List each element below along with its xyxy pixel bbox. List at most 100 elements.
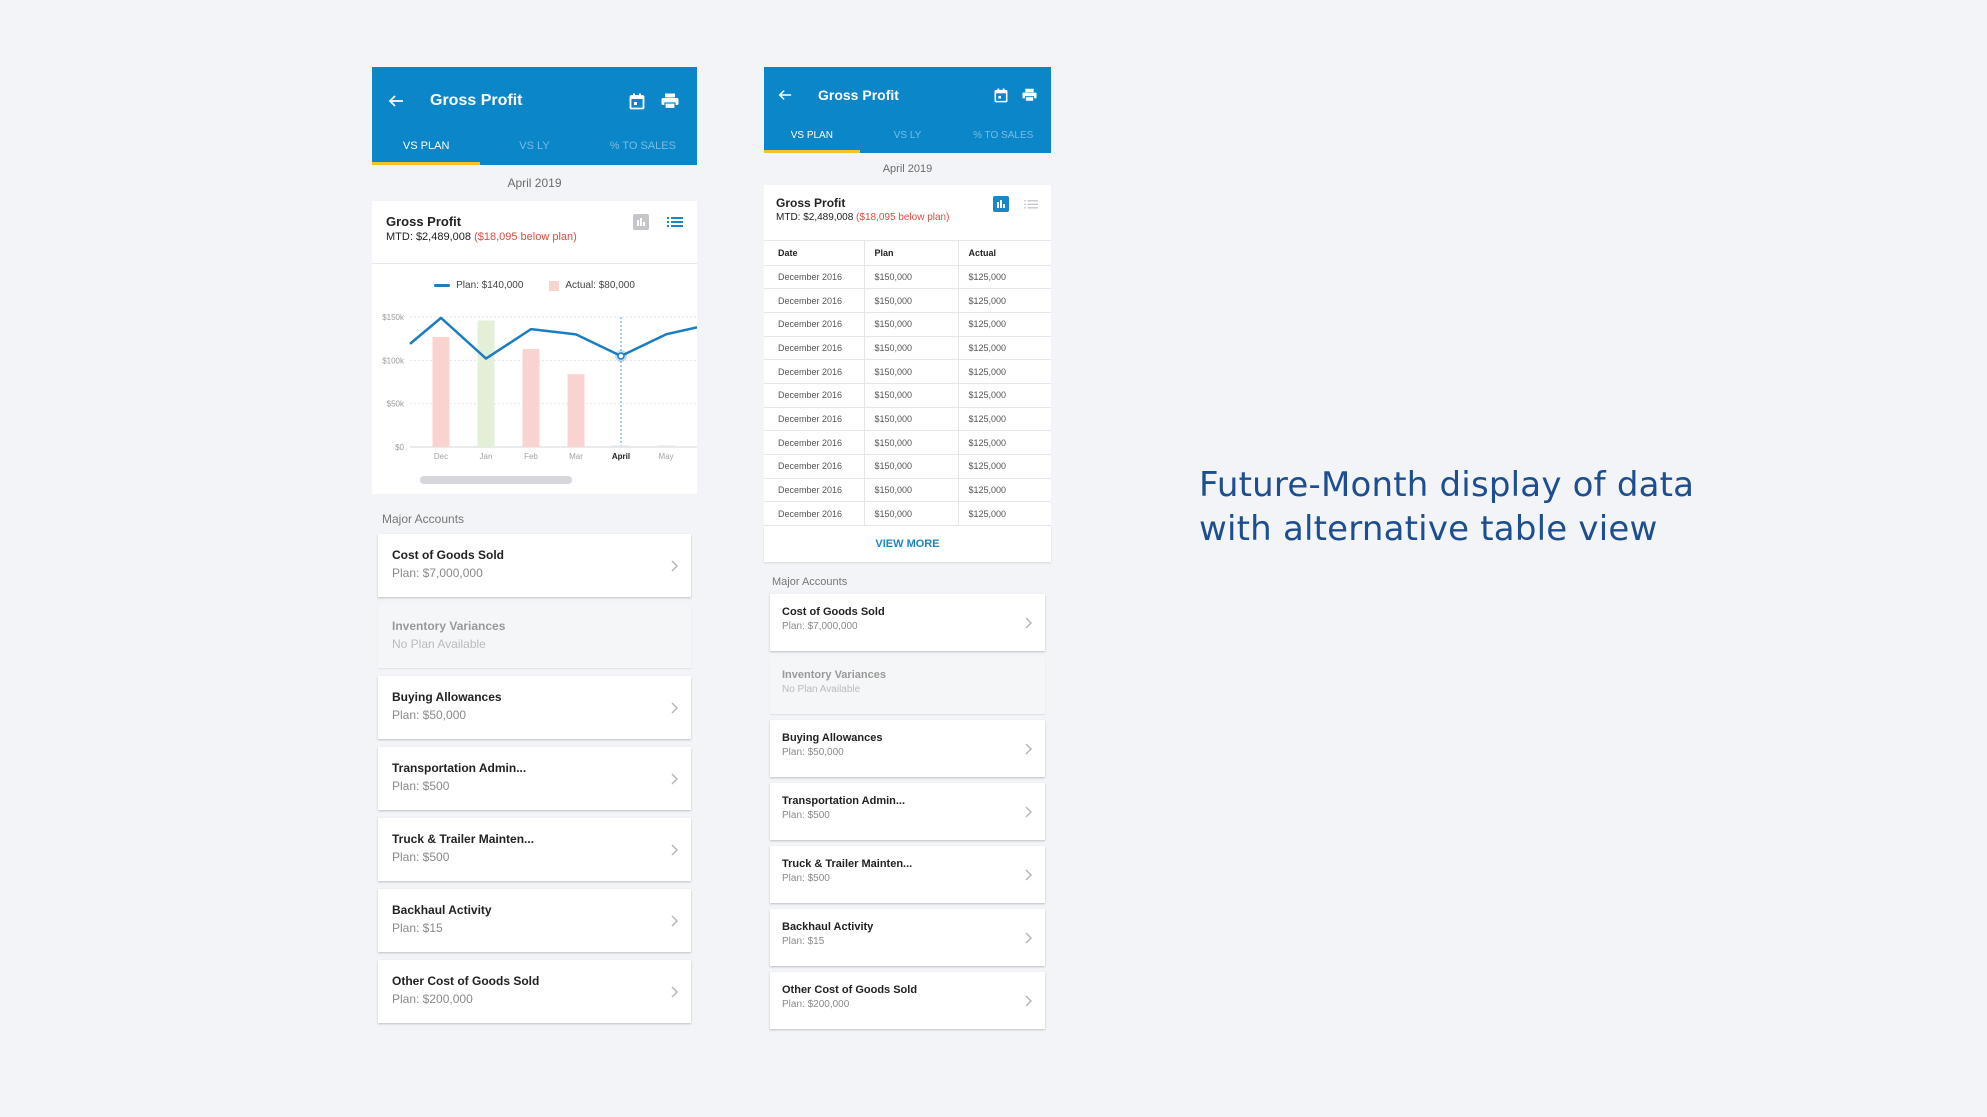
cell-date: December 2016 [764, 501, 865, 527]
cell-date: December 2016 [764, 336, 865, 361]
account-name: Truck & Trailer Mainten... [782, 858, 913, 871]
chevron-right-icon [671, 914, 679, 927]
tab-vs-ly[interactable]: VS LY [480, 135, 588, 165]
selected-plan-point [617, 352, 625, 360]
account-plan: Plan: $7,000,000 [392, 566, 483, 580]
account-name: Inventory Variances [392, 619, 506, 633]
account-card[interactable]: Transportation Admin... Plan: $500 [770, 783, 1045, 841]
cell-actual: $125,000 [958, 265, 1051, 290]
account-name: Buying Allowances [392, 690, 502, 704]
plan-swatch [434, 284, 451, 287]
caption-line-1: Future-Month display of data [1199, 465, 1695, 505]
account-card[interactable]: Transportation Admin... Plan: $500 [378, 747, 691, 810]
x-tick-label: May [658, 452, 673, 461]
account-card: Inventory Variances No Plan Available [770, 657, 1045, 715]
period-label: April 2019 [882, 163, 933, 175]
tab-percent-to-sales[interactable]: % TO SALES [589, 135, 697, 165]
tab-bar: VS PLAN VS LY % TO SALES [372, 135, 697, 165]
account-name: Inventory Variances [782, 669, 886, 682]
chart-view-button[interactable] [993, 196, 1009, 212]
actual-bar [522, 349, 540, 447]
tab-vs-plan[interactable]: VS PLAN [764, 127, 860, 153]
cell-plan: $150,000 [864, 359, 959, 384]
cell-plan: $150,000 [864, 407, 959, 432]
account-plan: Plan: $15 [782, 936, 825, 948]
table-row: December 2016 $150,000 $125,000 [764, 454, 1051, 479]
account-name: Cost of Goods Sold [392, 548, 504, 562]
calendar-icon[interactable] [629, 93, 645, 110]
legend-plan: Plan: $140,000 [434, 280, 523, 291]
cell-plan: $150,000 [864, 383, 959, 408]
y-tick-label: $50k [387, 400, 405, 409]
list-icon [1024, 199, 1038, 208]
cell-actual: $125,000 [958, 288, 1051, 313]
account-plan: Plan: $200,000 [392, 992, 473, 1006]
chart-plot[interactable]: $0 $50k $100k $150k Dec Jan Feb Mar April May [372, 300, 697, 470]
accounts-list: Cost of Goods Sold Plan: $7,000,000 Invent… [764, 594, 1051, 1030]
list-view-button[interactable] [667, 214, 683, 230]
account-card: Inventory Variances No Plan Available [378, 605, 691, 668]
column-header-plan: Plan [864, 241, 959, 266]
mtd-value: MTD: $2,489,008 [776, 212, 854, 223]
cell-date: December 2016 [764, 312, 865, 337]
summary-mtd: MTD: $2,489,008 ($18,095 below plan) [776, 212, 1039, 223]
cell-plan: $150,000 [864, 336, 959, 361]
variance-value: ($18,095 below plan) [856, 212, 950, 223]
table-row: December 2016 $150,000 $125,000 [764, 265, 1051, 290]
account-card[interactable]: Buying Allowances Plan: $50,000 [770, 720, 1045, 778]
chart-view-button[interactable] [633, 214, 649, 230]
variance-value: ($18,095 below plan) [474, 231, 577, 243]
cell-actual: $125,000 [958, 312, 1051, 337]
cell-actual: $125,000 [958, 359, 1051, 384]
plan-actual-table: Date Plan Actual December 2016 $150,000 $1… [764, 241, 1051, 527]
account-card[interactable]: Cost of Goods Sold Plan: $7,000,000 [770, 594, 1045, 652]
major-accounts-label: Major Accounts [772, 576, 848, 589]
account-plan: Plan: $50,000 [392, 708, 467, 722]
print-icon[interactable] [661, 93, 679, 109]
calendar-icon[interactable] [994, 88, 1008, 103]
account-card[interactable]: Backhaul Activity Plan: $15 [770, 909, 1045, 967]
account-card[interactable]: Backhaul Activity Plan: $15 [378, 889, 691, 952]
view-more-button[interactable]: VIEW MORE [764, 526, 1051, 563]
cell-plan: $150,000 [864, 312, 959, 337]
print-icon[interactable] [1022, 88, 1037, 102]
y-tick-label: $100k [382, 356, 405, 365]
chart-scrollbar[interactable] [420, 476, 572, 484]
chevron-right-icon [1025, 743, 1033, 755]
cell-plan: $150,000 [864, 501, 959, 527]
tab-vs-plan[interactable]: VS PLAN [372, 135, 481, 165]
back-arrow-icon[interactable] [388, 93, 410, 109]
app-bar: Gross Profit VS PLAN VS LY % TO SALES [372, 67, 697, 165]
table-row: December 2016 $150,000 $125,000 [764, 430, 1051, 455]
tab-percent-to-sales[interactable]: % TO SALES [955, 127, 1051, 153]
list-view-button[interactable] [1023, 196, 1039, 212]
chevron-right-icon [1025, 617, 1033, 629]
summary-header: Gross Profit MTD: $2,489,008 ($18,095 be… [372, 201, 697, 264]
caption-line-2: with alternative table view [1199, 509, 1658, 549]
cell-actual: $125,000 [958, 407, 1051, 432]
legend-plan-label: Plan: $140,000 [456, 280, 524, 291]
cell-actual: $125,000 [958, 454, 1051, 479]
cell-actual: $125,000 [958, 501, 1051, 527]
account-plan: Plan: $500 [782, 873, 830, 885]
account-card[interactable]: Cost of Goods Sold Plan: $7,000,000 [378, 534, 691, 597]
account-name: Cost of Goods Sold [782, 606, 885, 619]
account-card[interactable]: Other Cost of Goods Sold Plan: $200,000 [770, 972, 1045, 1030]
tab-vs-ly[interactable]: VS LY [860, 127, 956, 153]
table-row: December 2016 $150,000 $125,000 [764, 478, 1051, 503]
account-card[interactable]: Truck & Trailer Mainten... Plan: $500 [770, 846, 1045, 904]
account-plan: Plan: $500 [392, 850, 450, 864]
x-tick-label: Mar [569, 452, 583, 461]
account-card[interactable]: Buying Allowances Plan: $50,000 [378, 676, 691, 739]
cell-date: December 2016 [764, 430, 865, 455]
account-card[interactable]: Truck & Trailer Mainten... Plan: $500 [378, 818, 691, 881]
back-arrow-icon[interactable] [778, 88, 800, 102]
account-card[interactable]: Other Cost of Goods Sold Plan: $200,000 [378, 960, 691, 1023]
account-plan: Plan: $7,000,000 [782, 621, 858, 633]
gross-profit-card: Gross Profit MTD: $2,489,008 ($18,095 be… [372, 201, 697, 494]
chevron-right-icon [671, 559, 679, 572]
column-header-actual: Actual [958, 241, 1051, 266]
page-title: Gross Profit [818, 87, 899, 103]
actual-swatch [549, 280, 560, 291]
table-row: December 2016 $150,000 $125,000 [764, 383, 1051, 408]
